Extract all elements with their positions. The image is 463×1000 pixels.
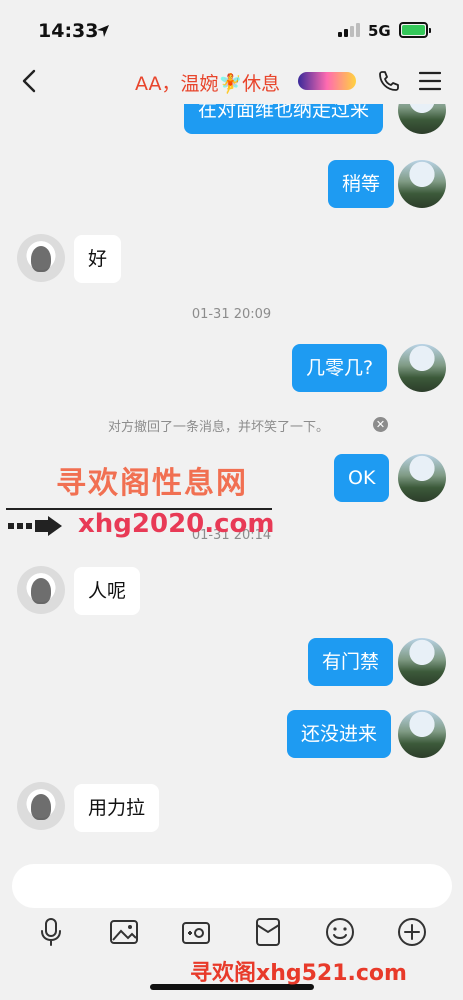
mic-icon[interactable] (35, 916, 67, 948)
avatar-self[interactable] (398, 104, 446, 134)
plus-icon[interactable] (396, 916, 428, 948)
status-time: 14:33 (38, 20, 99, 42)
image-icon[interactable] (108, 916, 140, 948)
network-type: 5G (368, 22, 391, 40)
decoration-badge-icon (298, 72, 356, 90)
message-bubble-self[interactable]: 稍等 (328, 160, 395, 208)
chat-title[interactable]: AA，温婉🧚休息 (135, 69, 280, 96)
emoji-icon[interactable] (324, 916, 356, 948)
close-icon[interactable]: ✕ (373, 417, 388, 432)
back-chevron-icon[interactable] (18, 68, 42, 94)
location-arrow-icon (97, 25, 109, 37)
cellular-signal-icon (338, 23, 360, 37)
red-packet-icon[interactable] (252, 916, 284, 948)
avatar-other[interactable] (17, 782, 65, 830)
message-bubble-self[interactable]: OK (334, 454, 390, 502)
watermark-text: 寻欢阁性息网 (56, 466, 248, 501)
phone-icon[interactable] (377, 69, 401, 93)
message-bubble-other[interactable]: 用力拉 (74, 784, 160, 832)
menu-icon[interactable] (419, 71, 441, 91)
message-bubble-other[interactable]: 人呢 (74, 567, 141, 615)
avatar-self[interactable] (398, 160, 446, 208)
avatar-self[interactable] (398, 710, 446, 758)
message-bubble-self[interactable]: 几零几? (292, 344, 388, 392)
watermark-footer: 寻欢阁xhg521.com (190, 961, 407, 986)
watermark-url: xhg2020.com (78, 509, 275, 539)
message-input[interactable] (12, 864, 452, 908)
avatar-self[interactable] (398, 638, 446, 686)
message-bubble-self[interactable]: 还没进来 (287, 710, 392, 758)
message-bubble-other[interactable]: 好 (74, 235, 122, 283)
timestamp: 01-31 20:09 (191, 307, 272, 322)
avatar-self[interactable] (398, 344, 446, 392)
chat-header: AA，温婉🧚休息 (0, 58, 463, 104)
avatar-other[interactable] (17, 566, 65, 614)
avatar-other[interactable] (17, 234, 65, 282)
message-bubble-self[interactable]: 有门禁 (308, 638, 394, 686)
camera-icon[interactable] (180, 916, 212, 948)
recall-notice: 对方撤回了一条消息，并坏笑了一下。 (108, 420, 330, 435)
avatar-self[interactable] (398, 454, 446, 502)
composer-toolbar (0, 916, 463, 950)
message-bubble-self[interactable]: 在对面维也纳走过来 (184, 104, 384, 134)
status-bar: 14:33 5G (0, 0, 463, 58)
battery-icon (399, 22, 431, 38)
watermark-arrow-icon (8, 516, 62, 536)
